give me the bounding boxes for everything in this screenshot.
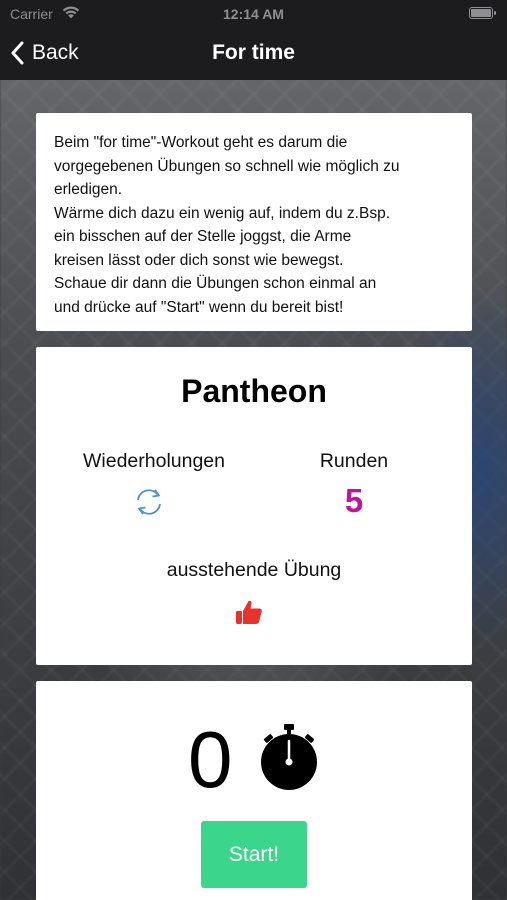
navigation-bar: Back For time	[0, 28, 507, 80]
workout-name: Pantheon	[181, 373, 327, 409]
status-time: 12:14 AM	[223, 6, 284, 22]
timer-card: 0 Start!	[36, 681, 472, 900]
refresh-icon	[137, 489, 161, 515]
reps-label: Wiederholungen	[82, 450, 225, 472]
start-button[interactable]: Start!	[201, 821, 307, 888]
rounds-value: 5	[344, 482, 364, 519]
timer-value: 0	[188, 715, 233, 804]
workout-card: Pantheon Wiederholungen Runden 5 aussteh…	[36, 347, 472, 665]
intro-text: Beim "for time"-Workout geht es darum di…	[54, 134, 400, 316]
rounds-label: Runden	[319, 450, 389, 472]
intro-card: Beim "for time"-Workout geht es darum di…	[36, 113, 472, 331]
thumbs-up-icon	[236, 600, 262, 624]
pending-exercise-label: ausstehende Übung	[166, 559, 342, 581]
status-bar: Carrier 12:14 AM	[0, 0, 507, 28]
stopwatch-icon	[261, 724, 317, 790]
page-title: For time	[212, 41, 295, 64]
battery-icon	[469, 7, 496, 19]
